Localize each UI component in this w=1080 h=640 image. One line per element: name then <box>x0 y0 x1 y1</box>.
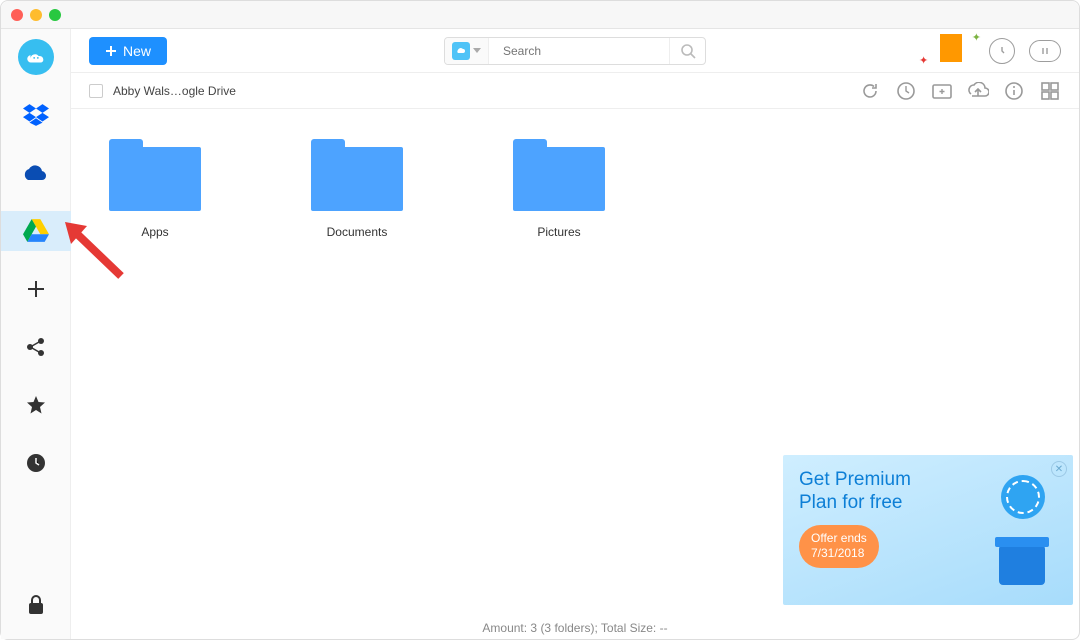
sidebar-lock[interactable] <box>1 585 71 625</box>
info-icon[interactable] <box>1003 80 1025 102</box>
status-bar: Amount: 3 (3 folders); Total Size: -- <box>71 621 1079 635</box>
sidebar-google-drive[interactable] <box>1 211 71 251</box>
folder-label: Pictures <box>537 225 580 239</box>
folder-icon <box>311 139 403 211</box>
search-input[interactable] <box>489 44 669 58</box>
folder-item[interactable]: Documents <box>311 139 403 239</box>
toolbar: New ✦ ✦ <box>71 29 1079 73</box>
sidebar-onedrive[interactable] <box>1 153 71 193</box>
onedrive-icon <box>21 163 51 183</box>
sync-icon[interactable] <box>895 80 917 102</box>
window-minimize-button[interactable] <box>30 9 42 21</box>
view-grid-icon[interactable] <box>1039 80 1061 102</box>
folder-icon <box>109 139 201 211</box>
window-zoom-button[interactable] <box>49 9 61 21</box>
sidebar <box>1 29 71 639</box>
folder-label: Apps <box>141 225 168 239</box>
clock-icon <box>26 453 46 473</box>
upload-icon[interactable] <box>967 80 989 102</box>
promo-days-badge <box>1001 475 1045 519</box>
promo-offer-badge: Offer ends7/31/2018 <box>799 525 879 568</box>
cloud-sync-icon[interactable] <box>1029 40 1061 62</box>
sidebar-share[interactable] <box>1 327 71 367</box>
window-close-button[interactable] <box>11 9 23 21</box>
promo-popup: ✕ Get PremiumPlan for free Offer ends7/3… <box>783 455 1073 605</box>
content-area: New ✦ ✦ <box>71 29 1079 639</box>
star-icon <box>26 395 46 415</box>
folder-item[interactable]: Apps <box>109 139 201 239</box>
folder-label: Documents <box>327 225 388 239</box>
window-titlebar <box>1 1 1079 29</box>
new-button-label: New <box>123 43 151 59</box>
search-icon <box>680 43 696 59</box>
refresh-icon[interactable] <box>859 80 881 102</box>
cloud-scope-icon <box>452 42 470 60</box>
sidebar-favorites[interactable] <box>1 385 71 425</box>
sidebar-history[interactable] <box>1 443 71 483</box>
promo-box-art <box>987 535 1057 595</box>
folder-item[interactable]: Pictures <box>513 139 605 239</box>
plus-icon <box>27 280 45 298</box>
new-button[interactable]: New <box>89 37 167 65</box>
gift-promo-icon[interactable]: ✦ ✦ <box>927 35 975 67</box>
new-folder-icon[interactable] <box>931 80 953 102</box>
promo-close-button[interactable]: ✕ <box>1051 461 1067 477</box>
activity-icon[interactable] <box>989 38 1015 64</box>
folder-icon <box>513 139 605 211</box>
breadcrumb-bar: Abby Wals…ogle Drive <box>71 73 1079 109</box>
google-drive-icon <box>23 219 49 243</box>
lock-icon <box>27 595 45 615</box>
share-icon <box>26 337 46 357</box>
sidebar-home[interactable] <box>1 37 71 77</box>
chevron-down-icon <box>473 48 481 53</box>
plus-icon <box>105 45 117 57</box>
app-logo-icon <box>18 39 54 75</box>
search-scope-dropdown[interactable] <box>445 38 489 64</box>
select-all-checkbox[interactable] <box>89 84 103 98</box>
search-bar <box>444 37 706 65</box>
breadcrumb-path[interactable]: Abby Wals…ogle Drive <box>113 84 236 98</box>
sidebar-dropbox[interactable] <box>1 95 71 135</box>
dropbox-icon <box>23 104 49 126</box>
search-button[interactable] <box>669 38 705 64</box>
sidebar-add-cloud[interactable] <box>1 269 71 309</box>
